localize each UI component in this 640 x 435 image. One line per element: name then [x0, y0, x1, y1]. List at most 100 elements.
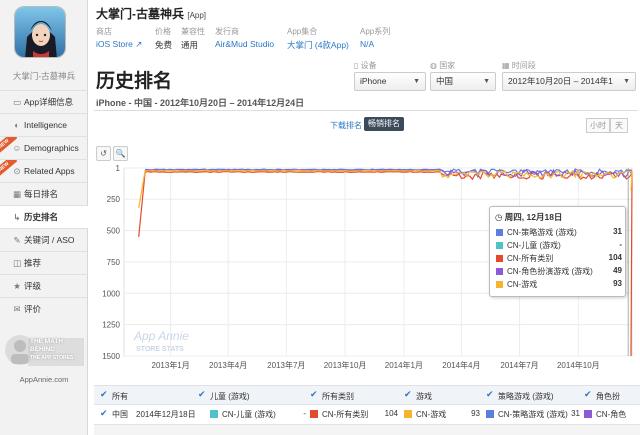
meta-compat: 兼容性 通用 [181, 27, 205, 50]
sidebar-item-9[interactable]: ✉ 评价 [0, 297, 88, 320]
tooltip-series-value: 93 [613, 279, 622, 288]
device-filter: ▯ 设备 iPhone ▼ [354, 60, 426, 91]
sidebar-item-5[interactable]: ↳ 历史排名 [0, 205, 89, 228]
sidebar-item-label: 评价 [24, 304, 42, 314]
sidebar-item-8[interactable]: ★ 评级 [0, 274, 88, 297]
legend-header: ✔ 所有 ✔ 儿童 (游戏) ✔ 所有类别 ✔ 游戏 ✔ 策略游戏 (游戏) ✔… [94, 385, 640, 405]
chart-subtitle: iPhone - 中国 - 2012年10月20日 – 2014年12月24日 [96, 98, 305, 108]
math-behind-text: THE MATH BEHIND THE APP STORES [30, 338, 74, 361]
collection-link[interactable]: 大掌门 (4款App) [287, 39, 349, 51]
rating-icon: ★ [13, 281, 21, 291]
checkbox-rpg[interactable]: ✔ [584, 390, 593, 399]
appannie-url[interactable]: AppAnnie.com [0, 375, 88, 384]
intelligence-icon: ◐ [14, 120, 20, 130]
tooltip-series-value: 31 [613, 227, 622, 236]
sidebar-item-label: Intelligence [24, 120, 68, 130]
tooltip-row: CN-角色扮演游戏 (游戏) 49 [496, 266, 622, 278]
chart-tooltip: ◷ 周四, 12月18日 CN-策略游戏 (游戏) 31 CN-儿童 (游戏) - CN… [489, 206, 626, 297]
history-rank-icon: ↳ [13, 212, 21, 222]
sidebar-item-0[interactable]: ▭ App详细信息 [0, 90, 88, 113]
tooltip-series-name: CN-角色扮演游戏 (游戏) [507, 267, 593, 276]
sidebar-item-label: Related Apps [24, 166, 75, 176]
y-tick-label: 750 [107, 258, 121, 267]
tab-download-rank[interactable]: 下载排名 [330, 120, 362, 131]
country-filter: ◍ 国家 中国 ▼ [430, 60, 496, 91]
sidebar-item-label: 历史排名 [24, 212, 59, 222]
sidebar-item-label: 评级 [24, 281, 42, 291]
checkbox-game[interactable]: ✔ [404, 390, 413, 399]
x-tick-label: 2014年1月 [385, 360, 423, 370]
tooltip-date: ◷ 周四, 12月18日 [495, 212, 563, 222]
checkbox-all[interactable]: ✔ [100, 390, 109, 399]
sidebar-item-label: 每日排名 [24, 189, 59, 199]
period-select[interactable]: 2012年10月20日 – 2014年1 ▼ [502, 72, 636, 91]
meta-series: App系列 N/A [360, 27, 391, 49]
clock-icon: ◷ [495, 212, 503, 222]
country-select[interactable]: 中国 ▼ [430, 72, 496, 91]
tooltip-series-name: CN-策略游戏 (游戏) [507, 228, 577, 237]
y-tick-label: 500 [107, 227, 121, 236]
page-title: 历史排名 [96, 71, 173, 92]
tooltip-row: CN-策略游戏 (游戏) 31 [496, 227, 622, 239]
rpg-swatch [584, 410, 592, 418]
checkbox-kids[interactable]: ✔ [198, 390, 207, 399]
sidebar-item-6[interactable]: ✎ 关键词 / ASO [0, 228, 88, 251]
tooltip-row: CN-游戏 93 [496, 279, 622, 291]
sidebar-item-4[interactable]: ▦ 每日排名 [0, 182, 88, 205]
chevron-down-icon: ▼ [413, 78, 420, 85]
x-tick-label: 2014年4月 [442, 360, 480, 370]
checkbox-strategy[interactable]: ✔ [486, 390, 495, 399]
x-tick-label: 2013年4月 [209, 360, 247, 370]
x-tick-label: 2013年7月 [267, 360, 305, 370]
sidebar-item-label: Demographics [24, 143, 79, 153]
series-link[interactable]: N/A [360, 39, 390, 49]
tooltip-swatch [496, 281, 503, 288]
tooltip-swatch [496, 255, 503, 262]
checkbox-all-categories[interactable]: ✔ [310, 390, 319, 399]
sidebar-item-2[interactable]: NEW ☺ Demographics [0, 136, 88, 159]
unit-day-button[interactable]: 天 [610, 118, 628, 133]
app-details-icon: ▭ [12, 97, 22, 107]
sidebar-nav: ▭ App详细信息 ◐ Intelligence NEW ☺ Demographics NEW… [0, 90, 89, 320]
x-tick-label: 2013年1月 [152, 360, 190, 370]
divider [94, 110, 638, 111]
device-select[interactable]: iPhone ▼ [354, 72, 426, 91]
review-icon: ✉ [13, 304, 21, 314]
tooltip-row: CN-所有类别 104 [496, 253, 622, 265]
sidebar-item-7[interactable]: ◫ 推荐 [0, 251, 88, 274]
tooltip-swatch [496, 229, 503, 236]
y-tick-label: 250 [107, 195, 121, 204]
y-tick-label: 1 [116, 164, 121, 173]
watermark-sub: STORE STATS [136, 346, 184, 353]
unit-hour-button[interactable]: 小时 [586, 118, 610, 133]
calendar-icon: ▦ [502, 61, 510, 70]
sidebar-item-3[interactable]: NEW ⊙ Related Apps [0, 159, 88, 182]
globe-icon: ◍ [430, 61, 437, 70]
chevron-down-icon: ▼ [483, 78, 490, 85]
meta-price: 价格 免费 [155, 27, 173, 50]
watermark-title: App Annie [133, 329, 189, 343]
sidebar: 大掌门-古墓神兵 ▭ App详细信息 ◐ Intelligence NEW ☺ Demogr… [0, 0, 89, 435]
store-link[interactable]: iOS Store ↗ [96, 39, 142, 50]
app-short-name: 大掌门-古墓神兵 [12, 71, 76, 81]
horizontal-scrollbar[interactable] [94, 424, 640, 435]
app-title: 大掌门-古墓神兵 [App] [96, 7, 207, 21]
sidebar-item-1[interactable]: ◐ Intelligence [0, 113, 88, 136]
row-checkbox[interactable]: ✔ [100, 409, 109, 418]
y-tick-label: 1000 [102, 289, 120, 298]
device-icon: ▯ [354, 61, 359, 70]
keyword-icon: ✎ [13, 235, 21, 245]
publisher-link[interactable]: Air&Mud Studio [215, 39, 274, 49]
x-tick-label: 2014年10月 [557, 360, 600, 370]
tooltip-row: CN-儿童 (游戏) - [496, 240, 622, 252]
legend-data-row: ✔ 中国 2014年12月18日 CN-儿童 (游戏) - CN-所有类别 10… [100, 408, 627, 420]
x-tick-label: 2014年7月 [500, 360, 538, 370]
game-swatch [404, 410, 412, 418]
x-tick-label: 2013年10月 [324, 360, 367, 370]
tab-grossing-rank[interactable]: 畅销排名 [364, 117, 404, 131]
sidebar-item-label: 关键词 / ASO [24, 235, 75, 245]
tooltip-series-name: CN-儿童 (游戏) [507, 241, 561, 250]
strategy-swatch [486, 410, 494, 418]
sidebar-item-label: 推荐 [24, 258, 42, 268]
tooltip-series-name: CN-所有类别 [507, 254, 554, 263]
